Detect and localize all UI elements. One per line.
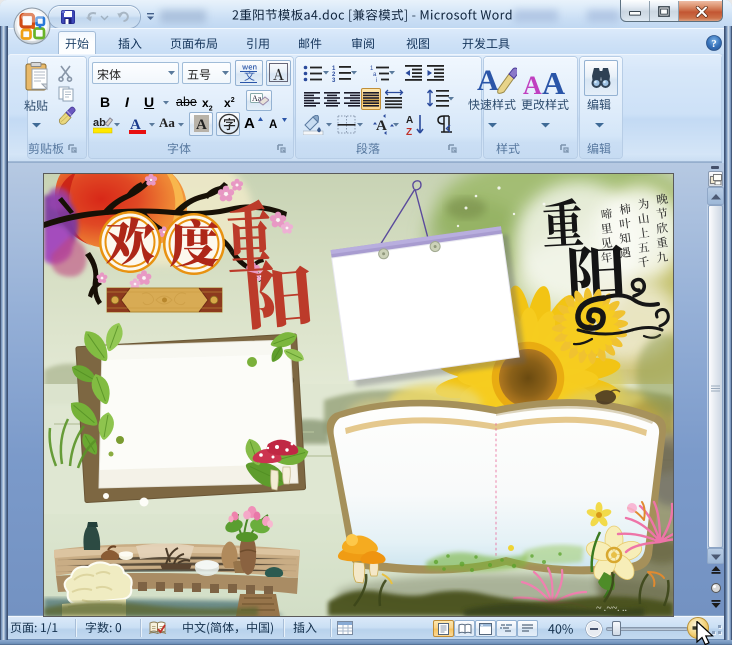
svg-text:A: A	[376, 118, 387, 134]
svg-text:ab: ab	[93, 117, 106, 129]
svg-text:i: i	[376, 78, 377, 82]
svg-text:3: 3	[332, 78, 336, 83]
svg-text:A: A	[542, 65, 565, 98]
svg-text:?: ?	[711, 38, 717, 50]
svg-text:A: A	[477, 64, 499, 97]
svg-text:Z: Z	[406, 127, 412, 137]
svg-text:A: A	[406, 115, 413, 126]
svg-text:A: A	[523, 71, 542, 98]
svg-text:~ .~~. ..: ~ .~~. ..	[596, 603, 627, 614]
svg-text:A: A	[196, 117, 207, 133]
